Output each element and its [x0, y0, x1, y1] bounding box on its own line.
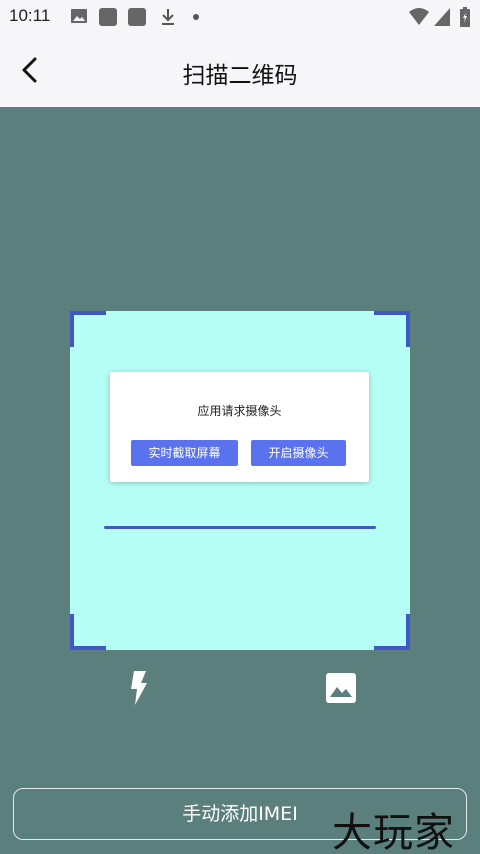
wifi-icon	[409, 8, 429, 25]
image-icon	[71, 9, 87, 23]
status-bar: 10:11	[0, 0, 480, 34]
download-icon	[162, 9, 174, 25]
dot-icon	[193, 14, 199, 20]
gallery-icon[interactable]	[325, 672, 357, 704]
capture-screen-button[interactable]: 实时截取屏幕	[131, 440, 238, 466]
frame-corner-bottom-left	[70, 614, 106, 650]
flash-icon[interactable]	[124, 670, 154, 706]
app-square-icon	[99, 8, 117, 26]
scan-line	[104, 526, 376, 529]
app-header: 扫描二维码	[0, 34, 480, 107]
app-square-icon	[128, 8, 146, 26]
frame-corner-top-left	[70, 311, 106, 347]
battery-icon	[460, 7, 470, 27]
camera-permission-dialog: 应用请求摄像头 实时截取屏幕 开启摄像头	[110, 372, 369, 482]
frame-corner-bottom-right	[374, 614, 410, 650]
frame-corner-top-right	[374, 311, 410, 347]
page-title: 扫描二维码	[182, 63, 298, 89]
dialog-message: 应用请求摄像头	[197, 404, 282, 418]
status-time: 10:11	[9, 6, 51, 25]
scan-frame: 应用请求摄像头 实时截取屏幕 开启摄像头	[70, 311, 410, 650]
watermark: 大玩家	[332, 810, 455, 854]
signal-icon	[434, 8, 450, 26]
open-camera-button[interactable]: 开启摄像头	[251, 440, 346, 466]
